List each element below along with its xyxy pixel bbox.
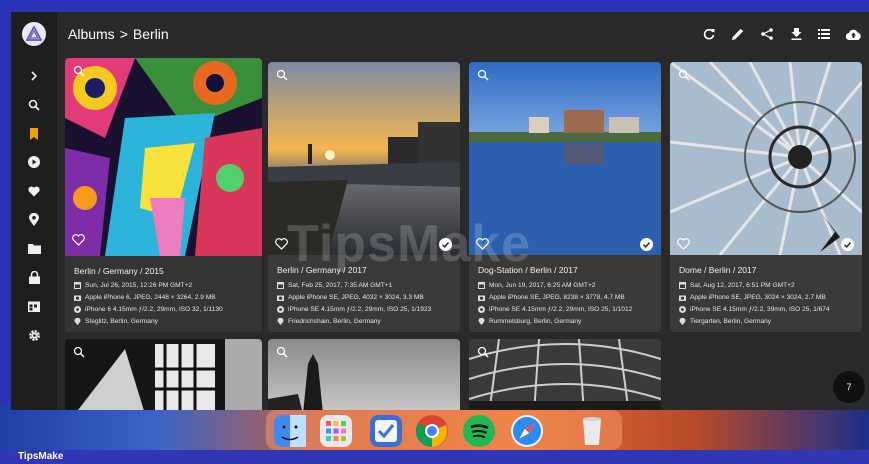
calendar-icon	[74, 282, 81, 289]
photo-card[interactable]: Berlin / Germany / 2017 Sat, Feb 25, 201…	[268, 62, 460, 332]
finder-icon[interactable]	[274, 415, 306, 447]
photo-thumbnail[interactable]	[65, 58, 262, 256]
photo-camera: Apple iPhone SE, JPEG, 4032 × 3024, 3.3 …	[277, 294, 424, 301]
photo-date: Sun, Jul 26, 2015, 12:26 PM GMT+2	[74, 282, 192, 289]
share-icon[interactable]	[759, 26, 775, 42]
photo-date: Mon, Jun 19, 2017, 6:25 AM GMT+2	[478, 282, 595, 289]
favorite-heart-icon[interactable]	[677, 238, 690, 250]
photo-thumbnail[interactable]	[469, 339, 661, 410]
location-pin-icon[interactable]	[27, 212, 41, 226]
lock-icon[interactable]	[27, 270, 41, 284]
list-view-icon[interactable]	[816, 26, 832, 42]
watermark: TipsMake	[287, 215, 532, 273]
zoom-icon[interactable]	[477, 69, 489, 81]
photo-lens: iPhone 6 4.15mm ƒ/2.2, 29mm, ISO 32, 1/1…	[74, 306, 223, 313]
bookmark-icon[interactable]	[27, 127, 41, 141]
brand-label: TipsMake	[18, 451, 64, 462]
photo-location: Rummelsburg, Berlin, Germany	[478, 318, 581, 325]
photo-grid: Berlin / Germany / 2015 Sun, Jul 26, 201…	[57, 56, 869, 410]
chevron-right-icon[interactable]	[27, 69, 41, 83]
breadcrumb: Albums > Berlin	[68, 26, 169, 42]
tasks-icon[interactable]	[370, 415, 402, 447]
sidebar	[11, 12, 57, 410]
aperture-icon	[478, 306, 485, 313]
spotify-icon[interactable]	[463, 415, 495, 447]
aperture-icon	[277, 306, 284, 313]
chrome-icon[interactable]	[415, 415, 448, 448]
location-pin-icon	[679, 318, 686, 325]
dock	[266, 410, 622, 450]
app-window: Albums > Berlin Berlin / Germany / 2015 …	[11, 12, 869, 410]
caption-bar	[0, 450, 869, 464]
location-pin-icon	[277, 318, 284, 325]
calendar-icon[interactable]	[27, 299, 41, 313]
triangle-logo-icon	[26, 26, 42, 41]
photo-camera: Apple iPhone SE, JPEG, 8238 × 3778, 4.7 …	[478, 294, 625, 301]
aperture-icon	[679, 306, 686, 313]
zoom-icon[interactable]	[73, 65, 85, 77]
edit-icon[interactable]	[730, 26, 746, 42]
camera-icon	[679, 295, 686, 301]
heart-icon[interactable]	[27, 184, 41, 198]
photo-card[interactable]: Dog-Station / Berlin / 2017 Mon, Jun 19,…	[469, 62, 661, 332]
breadcrumb-separator: >	[119, 26, 128, 42]
photo-lens: iPhone SE 4.15mm ƒ/2.2, 29mm, ISO 25, 1/…	[277, 306, 431, 313]
photo-location: Friedrichshain, Berlin, Germany	[277, 318, 381, 325]
search-icon[interactable]	[27, 98, 41, 112]
camera-icon	[277, 295, 284, 301]
zoom-icon[interactable]	[276, 69, 288, 81]
camera-icon	[74, 295, 81, 301]
calendar-icon	[478, 282, 485, 289]
calendar-icon	[277, 282, 284, 289]
zoom-icon[interactable]	[276, 346, 288, 358]
scroll-count-badge[interactable]: 7	[833, 371, 865, 403]
photo-card[interactable]	[268, 339, 460, 410]
app-logo[interactable]	[22, 22, 46, 46]
photo-title[interactable]: Berlin / Germany / 2015	[74, 266, 164, 276]
favorite-heart-icon[interactable]	[72, 234, 85, 246]
folder-icon[interactable]	[27, 241, 41, 255]
photo-camera: Apple iPhone SE, JPEG, 3024 × 3024, 2.7 …	[679, 294, 826, 301]
zoom-icon[interactable]	[73, 346, 85, 358]
camera-icon	[478, 295, 485, 301]
launchpad-icon[interactable]	[320, 415, 352, 447]
photo-date: Sat, Feb 25, 2017, 7:35 AM GMT+1	[277, 282, 392, 289]
download-icon[interactable]	[788, 26, 804, 42]
calendar-icon	[679, 282, 686, 289]
photo-date: Sat, Aug 12, 2017, 6:51 PM GMT+2	[679, 282, 795, 289]
play-icon[interactable]	[27, 155, 41, 169]
photo-lens: iPhone SE 4.15mm ƒ/2.2, 29mm, ISO 25, 1/…	[478, 306, 632, 313]
zoom-icon[interactable]	[477, 346, 489, 358]
safari-icon[interactable]	[511, 415, 543, 447]
zoom-icon[interactable]	[678, 69, 690, 81]
photo-location: Tiergarten, Berlin, Germany	[679, 318, 771, 325]
breadcrumb-albums[interactable]: Albums	[68, 26, 115, 42]
upload-cloud-icon[interactable]	[845, 26, 861, 42]
breadcrumb-current: Berlin	[132, 26, 169, 42]
aperture-icon	[74, 306, 81, 313]
photo-camera: Apple iPhone 6, JPEG, 2448 × 3264, 2.9 M…	[74, 294, 216, 301]
gear-icon[interactable]	[27, 328, 41, 342]
location-pin-icon	[478, 318, 485, 325]
photo-lens: iPhone SE 4.15mm ƒ/2.2, 39mm, ISO 25, 1/…	[679, 306, 830, 313]
photo-card[interactable]	[65, 339, 262, 410]
trash-icon[interactable]	[576, 415, 608, 447]
top-bar: Albums > Berlin	[57, 12, 869, 56]
photo-location: Steglitz, Berlin, Germany	[74, 318, 158, 325]
selected-check-icon[interactable]	[841, 238, 854, 251]
photo-card[interactable]: Berlin / Germany / 2015 Sun, Jul 26, 201…	[65, 58, 262, 332]
photo-card[interactable]	[469, 339, 661, 410]
location-pin-icon	[74, 318, 81, 325]
photo-card[interactable]: Dome / Berlin / 2017 Sat, Aug 12, 2017, …	[670, 62, 862, 332]
photo-thumbnail[interactable]	[268, 339, 460, 410]
photo-thumbnail[interactable]	[65, 339, 262, 410]
photo-title[interactable]: Dome / Berlin / 2017	[679, 265, 756, 275]
selected-check-icon[interactable]	[640, 238, 653, 251]
refresh-icon[interactable]	[701, 26, 717, 42]
photo-thumbnail[interactable]	[670, 62, 862, 255]
